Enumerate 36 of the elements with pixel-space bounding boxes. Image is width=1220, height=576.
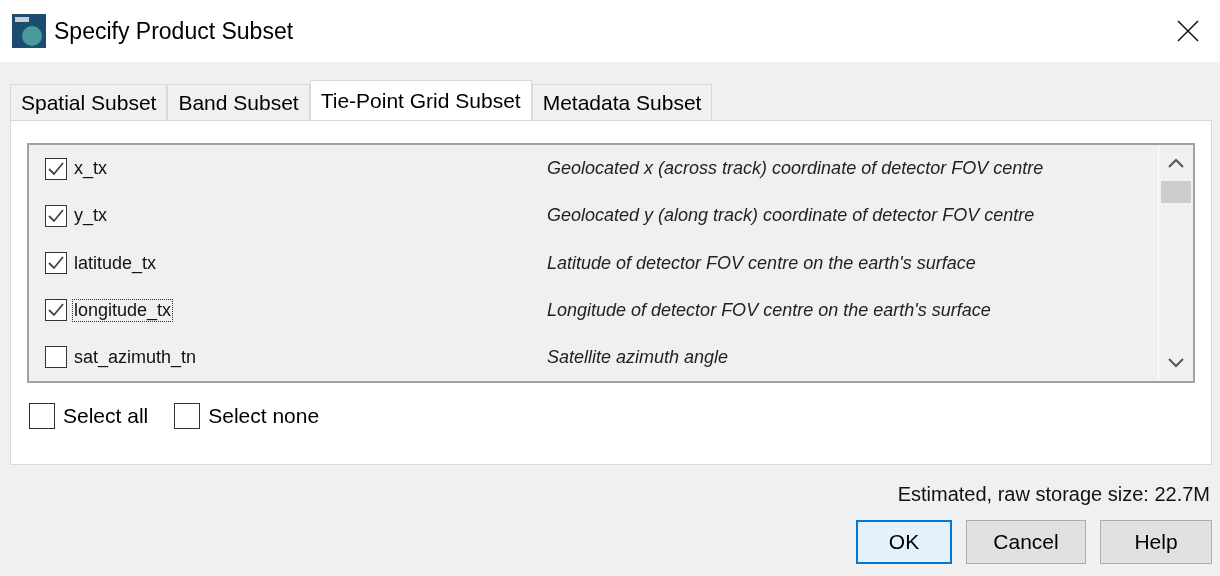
checkbox[interactable] <box>45 157 67 180</box>
checkmark-icon <box>48 303 64 318</box>
storage-size-text: Estimated, raw storage size: 22.7M <box>897 483 1210 506</box>
scrollbar[interactable] <box>1158 145 1193 381</box>
checkmark-icon <box>48 256 64 270</box>
tab[interactable]: Band Subset <box>167 84 310 120</box>
grid-name: sat_azimuth_tn <box>73 346 198 368</box>
grid-name: y_tx <box>73 205 108 227</box>
grid-description: Satellite azimuth angle <box>547 346 729 368</box>
dialog-button[interactable]: Help <box>1100 520 1212 564</box>
grid-description: Latitude of detector FOV centre on the earth's surface <box>547 252 976 274</box>
grid-description: Geolocated x (across track) coordinate of detector FOV centre <box>547 158 1044 180</box>
dialog-button[interactable]: OK <box>856 520 952 564</box>
checkbox[interactable] <box>45 204 67 227</box>
grid-name: longitude_tx <box>73 299 173 321</box>
checkbox[interactable] <box>45 299 67 322</box>
checkbox[interactable] <box>174 403 201 429</box>
grid-name: x_tx <box>73 158 108 180</box>
checkbox[interactable] <box>45 346 67 369</box>
window-title: Specify Product Subset <box>54 17 295 45</box>
dialog-button[interactable]: Cancel <box>966 520 1086 564</box>
checkbox[interactable] <box>29 403 55 429</box>
checkbox[interactable] <box>45 252 67 274</box>
grid-description: Longitude of detector FOV centre on the earth's surface <box>547 299 991 321</box>
checkmark-icon <box>48 208 64 223</box>
checkmark-icon <box>48 161 64 176</box>
checkbox-label: Select all <box>63 404 149 428</box>
tab[interactable]: Tie-Point Grid Subset <box>309 80 532 120</box>
app-logo-icon <box>12 14 46 48</box>
grid-description: Geolocated y (along track) coordinate of detector FOV centre <box>547 205 1035 227</box>
checkbox-label: Select none <box>208 404 320 428</box>
tab[interactable]: Metadata Subset <box>531 84 713 120</box>
grid-name: latitude_tx <box>73 252 158 274</box>
scroll-thumb[interactable] <box>1161 181 1191 203</box>
close-icon <box>1177 20 1199 42</box>
tab[interactable]: Spatial Subset <box>10 84 168 120</box>
